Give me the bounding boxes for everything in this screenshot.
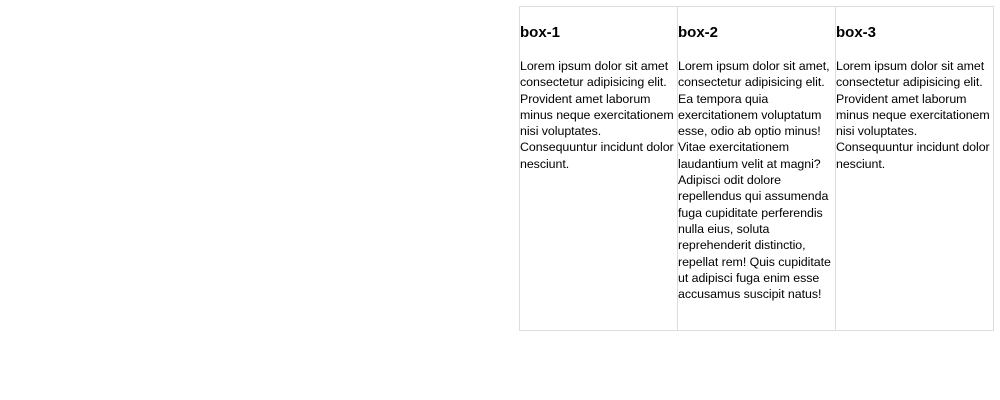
box-title: box-2 [678, 24, 719, 41]
boxes-container: box-1 Lorem ipsum dolor sit amet consect… [519, 6, 994, 331]
box-3: box-3 Lorem ipsum dolor sit amet consect… [835, 6, 993, 331]
box-title: box-3 [836, 24, 877, 41]
box-1: box-1 Lorem ipsum dolor sit amet consect… [519, 6, 677, 331]
box-text: Lorem ipsum dolor sit amet consectetur a… [520, 59, 674, 171]
box-title: box-1 [520, 24, 561, 41]
box-text: Lorem ipsum dolor sit amet, consectetur … [678, 59, 831, 302]
box-2: box-2 Lorem ipsum dolor sit amet, consec… [677, 6, 835, 331]
box-text: Lorem ipsum dolor sit amet consectetur a… [836, 59, 990, 171]
